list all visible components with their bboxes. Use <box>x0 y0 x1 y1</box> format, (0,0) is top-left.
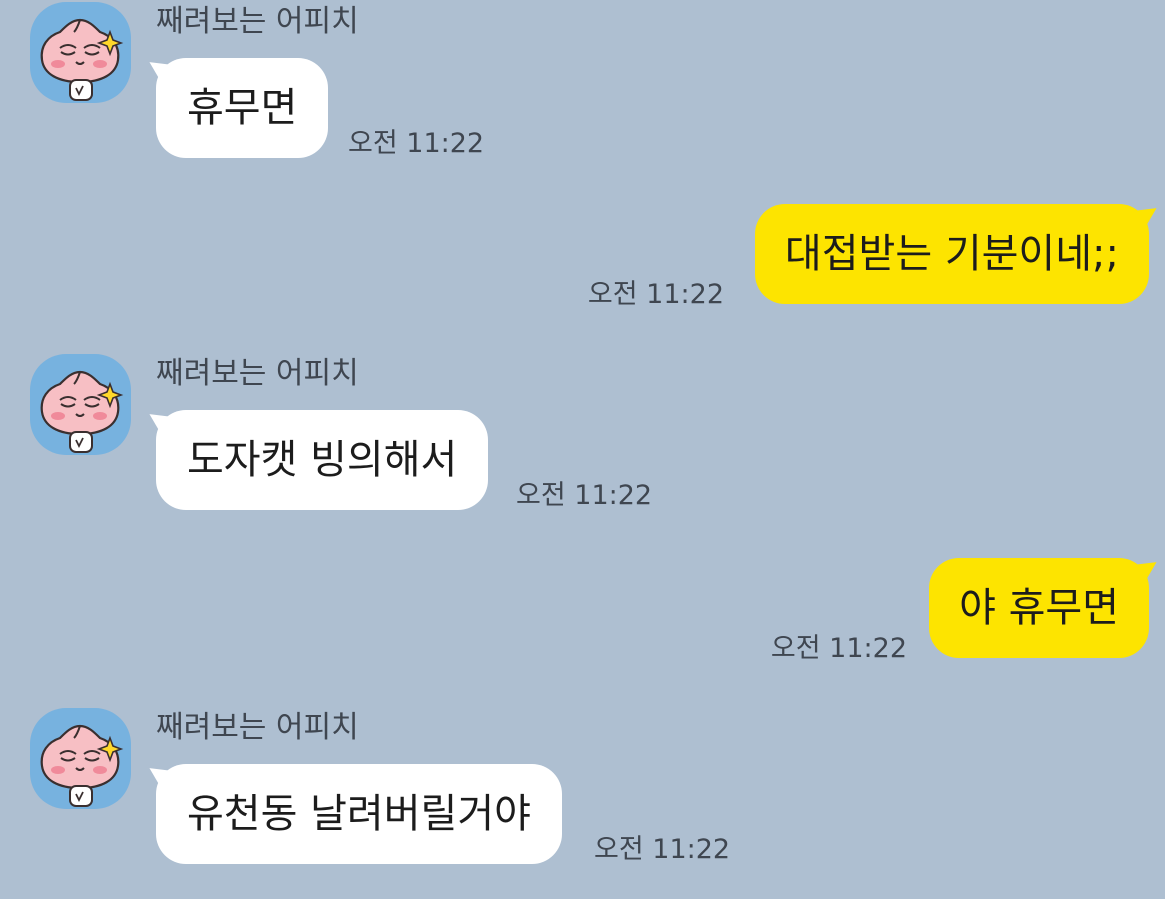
outgoing-message: 오전 11:22 대접받는 기분이네;; <box>0 204 1165 314</box>
apeach-avatar-icon[interactable] <box>30 354 131 455</box>
sender-name: 째려보는 어피치 <box>156 4 359 39</box>
apeach-avatar-icon[interactable] <box>30 2 131 103</box>
apeach-avatar-icon[interactable] <box>30 708 131 809</box>
message-bubble[interactable]: 유천동 날려버릴거야 <box>156 764 562 864</box>
message-timestamp: 오전 11:22 <box>594 834 731 865</box>
message-bubble[interactable]: 야 휴무면 <box>929 558 1149 658</box>
message-bubble[interactable]: 대접받는 기분이네;; <box>754 204 1149 304</box>
sender-name: 째려보는 어피치 <box>156 710 359 745</box>
incoming-message: 째려보는 어피치 유천동 날려버릴거야 오전 11:22 <box>0 706 1165 876</box>
incoming-message: 째려보는 어피치 도자캣 빙의해서 오전 11:22 <box>0 352 1165 522</box>
outgoing-message: 오전 11:22 야 휴무면 <box>0 558 1165 668</box>
sender-name: 째려보는 어피치 <box>156 356 359 391</box>
incoming-message: 째려보는 어피치 휴무면 오전 11:22 <box>0 0 1165 170</box>
message-timestamp: 오전 11:22 <box>587 279 724 310</box>
message-timestamp: 오전 11:22 <box>770 633 907 664</box>
message-bubble[interactable]: 도자캣 빙의해서 <box>156 410 489 510</box>
message-timestamp: 오전 11:22 <box>348 128 485 159</box>
message-timestamp: 오전 11:22 <box>516 480 653 511</box>
chat-message-list[interactable]: 째려보는 어피치 휴무면 오전 11:22 오전 11:22 대접받는 기분이네… <box>0 0 1165 899</box>
message-bubble[interactable]: 휴무면 <box>156 58 329 158</box>
